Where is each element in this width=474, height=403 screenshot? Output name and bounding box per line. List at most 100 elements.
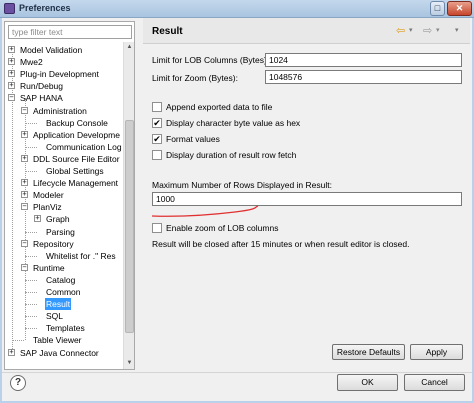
tree-item[interactable]: Administration: [32, 105, 88, 117]
tree-item-label: Common: [46, 287, 81, 297]
close-button[interactable]: ✕: [447, 1, 472, 16]
tree-item-label: Run/Debug: [20, 81, 64, 92]
filter-input[interactable]: [8, 25, 132, 39]
tree-item[interactable]: Mwe2: [19, 56, 44, 68]
footer-separator: [2, 372, 472, 373]
tree-item-label: DDL Source File Editor: [33, 153, 120, 164]
tree-connector-line: [25, 279, 37, 281]
collapse-icon[interactable]: −: [21, 239, 28, 247]
tree-item-label: Graph: [46, 214, 70, 225]
tree-connector-line: [25, 122, 37, 124]
scrollbar-thumb[interactable]: [125, 120, 134, 333]
tree-item-label: Repository: [33, 238, 74, 249]
expand-icon[interactable]: +: [8, 46, 15, 53]
tree-item[interactable]: Catalog: [45, 274, 76, 286]
view-menu-icon[interactable]: ▾: [455, 24, 459, 38]
tree-item-label: Administration: [33, 105, 87, 116]
tree-item-label: Templates: [46, 323, 85, 334]
tree-item[interactable]: SAP Java Connector: [19, 347, 100, 359]
page-title: Result: [152, 26, 183, 37]
restore-defaults-button[interactable]: Restore Defaults: [332, 344, 405, 360]
page-header: Result ⇦ ▾ ⇨ ▾ ▾: [143, 18, 470, 44]
collapse-icon[interactable]: −: [21, 203, 28, 211]
tree-item[interactable]: Communication Log: [45, 141, 123, 153]
ok-button[interactable]: OK: [337, 374, 398, 391]
cancel-button[interactable]: Cancel: [404, 374, 465, 391]
format-values-checkbox[interactable]: ✔: [152, 134, 162, 144]
back-dropdown-icon[interactable]: ▾: [409, 24, 413, 38]
tree-connector-line: [25, 146, 37, 148]
expand-icon[interactable]: +: [8, 82, 15, 90]
tree-item[interactable]: Graph: [45, 213, 71, 225]
hex-display-checkbox[interactable]: ✔: [152, 118, 162, 128]
tree-item[interactable]: Templates: [45, 322, 86, 334]
tree-item[interactable]: SAP HANA: [19, 92, 64, 104]
scroll-down-icon[interactable]: ▼: [124, 358, 135, 369]
preferences-dialog: Model Validation + Mwe2 + Plug-in Developmen…: [2, 18, 472, 401]
tree-connector-line: [25, 171, 37, 172]
hex-display-label: Display character byte value as hex: [166, 118, 301, 128]
collapse-icon[interactable]: −: [21, 106, 28, 114]
result-close-info: Result will be closed after 15 minutes o…: [152, 239, 410, 249]
tree-connector-line: [25, 292, 37, 293]
fetch-duration-checkbox[interactable]: [152, 150, 162, 160]
tree-item-label: Result: [45, 298, 72, 311]
tree-item[interactable]: Repository: [32, 238, 75, 250]
apply-button[interactable]: Apply: [410, 344, 463, 360]
scroll-up-icon[interactable]: ▲: [124, 42, 135, 53]
tree-item[interactable]: Run/Debug: [19, 80, 64, 92]
tree-item-label: Parsing: [46, 226, 75, 237]
tree-item[interactable]: Backup Console: [45, 117, 109, 129]
lob-columns-label: Limit for LOB Columns (Bytes):: [152, 55, 270, 65]
tree-connector-line: [25, 316, 37, 318]
tree-item[interactable]: Model Validation: [19, 44, 83, 56]
format-values-label: Format values: [166, 134, 220, 144]
expand-icon[interactable]: +: [21, 154, 28, 162]
expand-icon[interactable]: +: [21, 191, 28, 199]
tree-item[interactable]: Plug-in Development: [19, 68, 100, 80]
tree-item[interactable]: Result: [45, 298, 72, 311]
forward-arrow-icon[interactable]: ⇨: [423, 24, 432, 38]
tree-item-label: PlanViz: [33, 202, 62, 213]
zoom-limit-input[interactable]: 1048576: [265, 70, 462, 84]
tree-item[interactable]: Parsing: [45, 226, 76, 238]
expand-icon[interactable]: +: [21, 130, 28, 138]
tree-item[interactable]: SQL: [45, 310, 64, 322]
append-export-label: Append exported data to file: [166, 102, 273, 112]
expand-icon[interactable]: +: [8, 70, 15, 78]
tree-item-label: Catalog: [46, 274, 76, 285]
tree-connector-line: [12, 340, 24, 342]
tree-item-label: Table Viewer: [33, 335, 82, 346]
tree-scrollbar[interactable]: ▲ ▼: [123, 42, 134, 369]
help-icon[interactable]: ?: [10, 375, 26, 391]
collapse-icon[interactable]: −: [21, 263, 28, 271]
tree-item[interactable]: Runtime: [32, 262, 66, 274]
append-export-checkbox[interactable]: [152, 102, 162, 112]
tree-item[interactable]: Whitelist for ." Res: [45, 250, 117, 262]
collapse-icon[interactable]: −: [8, 94, 15, 102]
preferences-tree: Model Validation + Mwe2 + Plug-in Developmen…: [5, 42, 123, 368]
tree-item[interactable]: PlanViz: [32, 201, 63, 213]
tree-item[interactable]: Table Viewer: [32, 334, 83, 346]
tree-item[interactable]: Modeler: [32, 189, 65, 201]
expand-icon[interactable]: +: [34, 215, 41, 223]
tree-connector-line: [25, 231, 37, 233]
tree-item-label: SAP HANA: [20, 93, 63, 104]
preferences-tree-panel: Model Validation + Mwe2 + Plug-in Developmen…: [4, 21, 135, 370]
tree-item-label: Modeler: [33, 190, 64, 201]
lob-columns-input[interactable]: 1024: [265, 53, 462, 67]
tree-item[interactable]: Lifecycle Management: [32, 177, 119, 189]
tree-item[interactable]: Common: [45, 286, 81, 298]
tree-item[interactable]: Global Settings: [45, 165, 105, 177]
expand-icon[interactable]: +: [8, 58, 15, 66]
tree-item-label: Runtime: [33, 262, 65, 273]
expand-icon[interactable]: +: [21, 179, 28, 187]
expand-icon[interactable]: +: [8, 348, 15, 356]
tree-item[interactable]: DDL Source File Editor: [32, 153, 121, 165]
tree-item[interactable]: Application Developme: [32, 129, 121, 141]
back-arrow-icon[interactable]: ⇦: [396, 24, 405, 38]
maximize-button[interactable]: □: [430, 1, 445, 16]
tree-item-label: Application Developme: [33, 129, 120, 140]
forward-dropdown-icon[interactable]: ▾: [436, 24, 440, 38]
zoom-lob-checkbox[interactable]: [152, 223, 162, 233]
